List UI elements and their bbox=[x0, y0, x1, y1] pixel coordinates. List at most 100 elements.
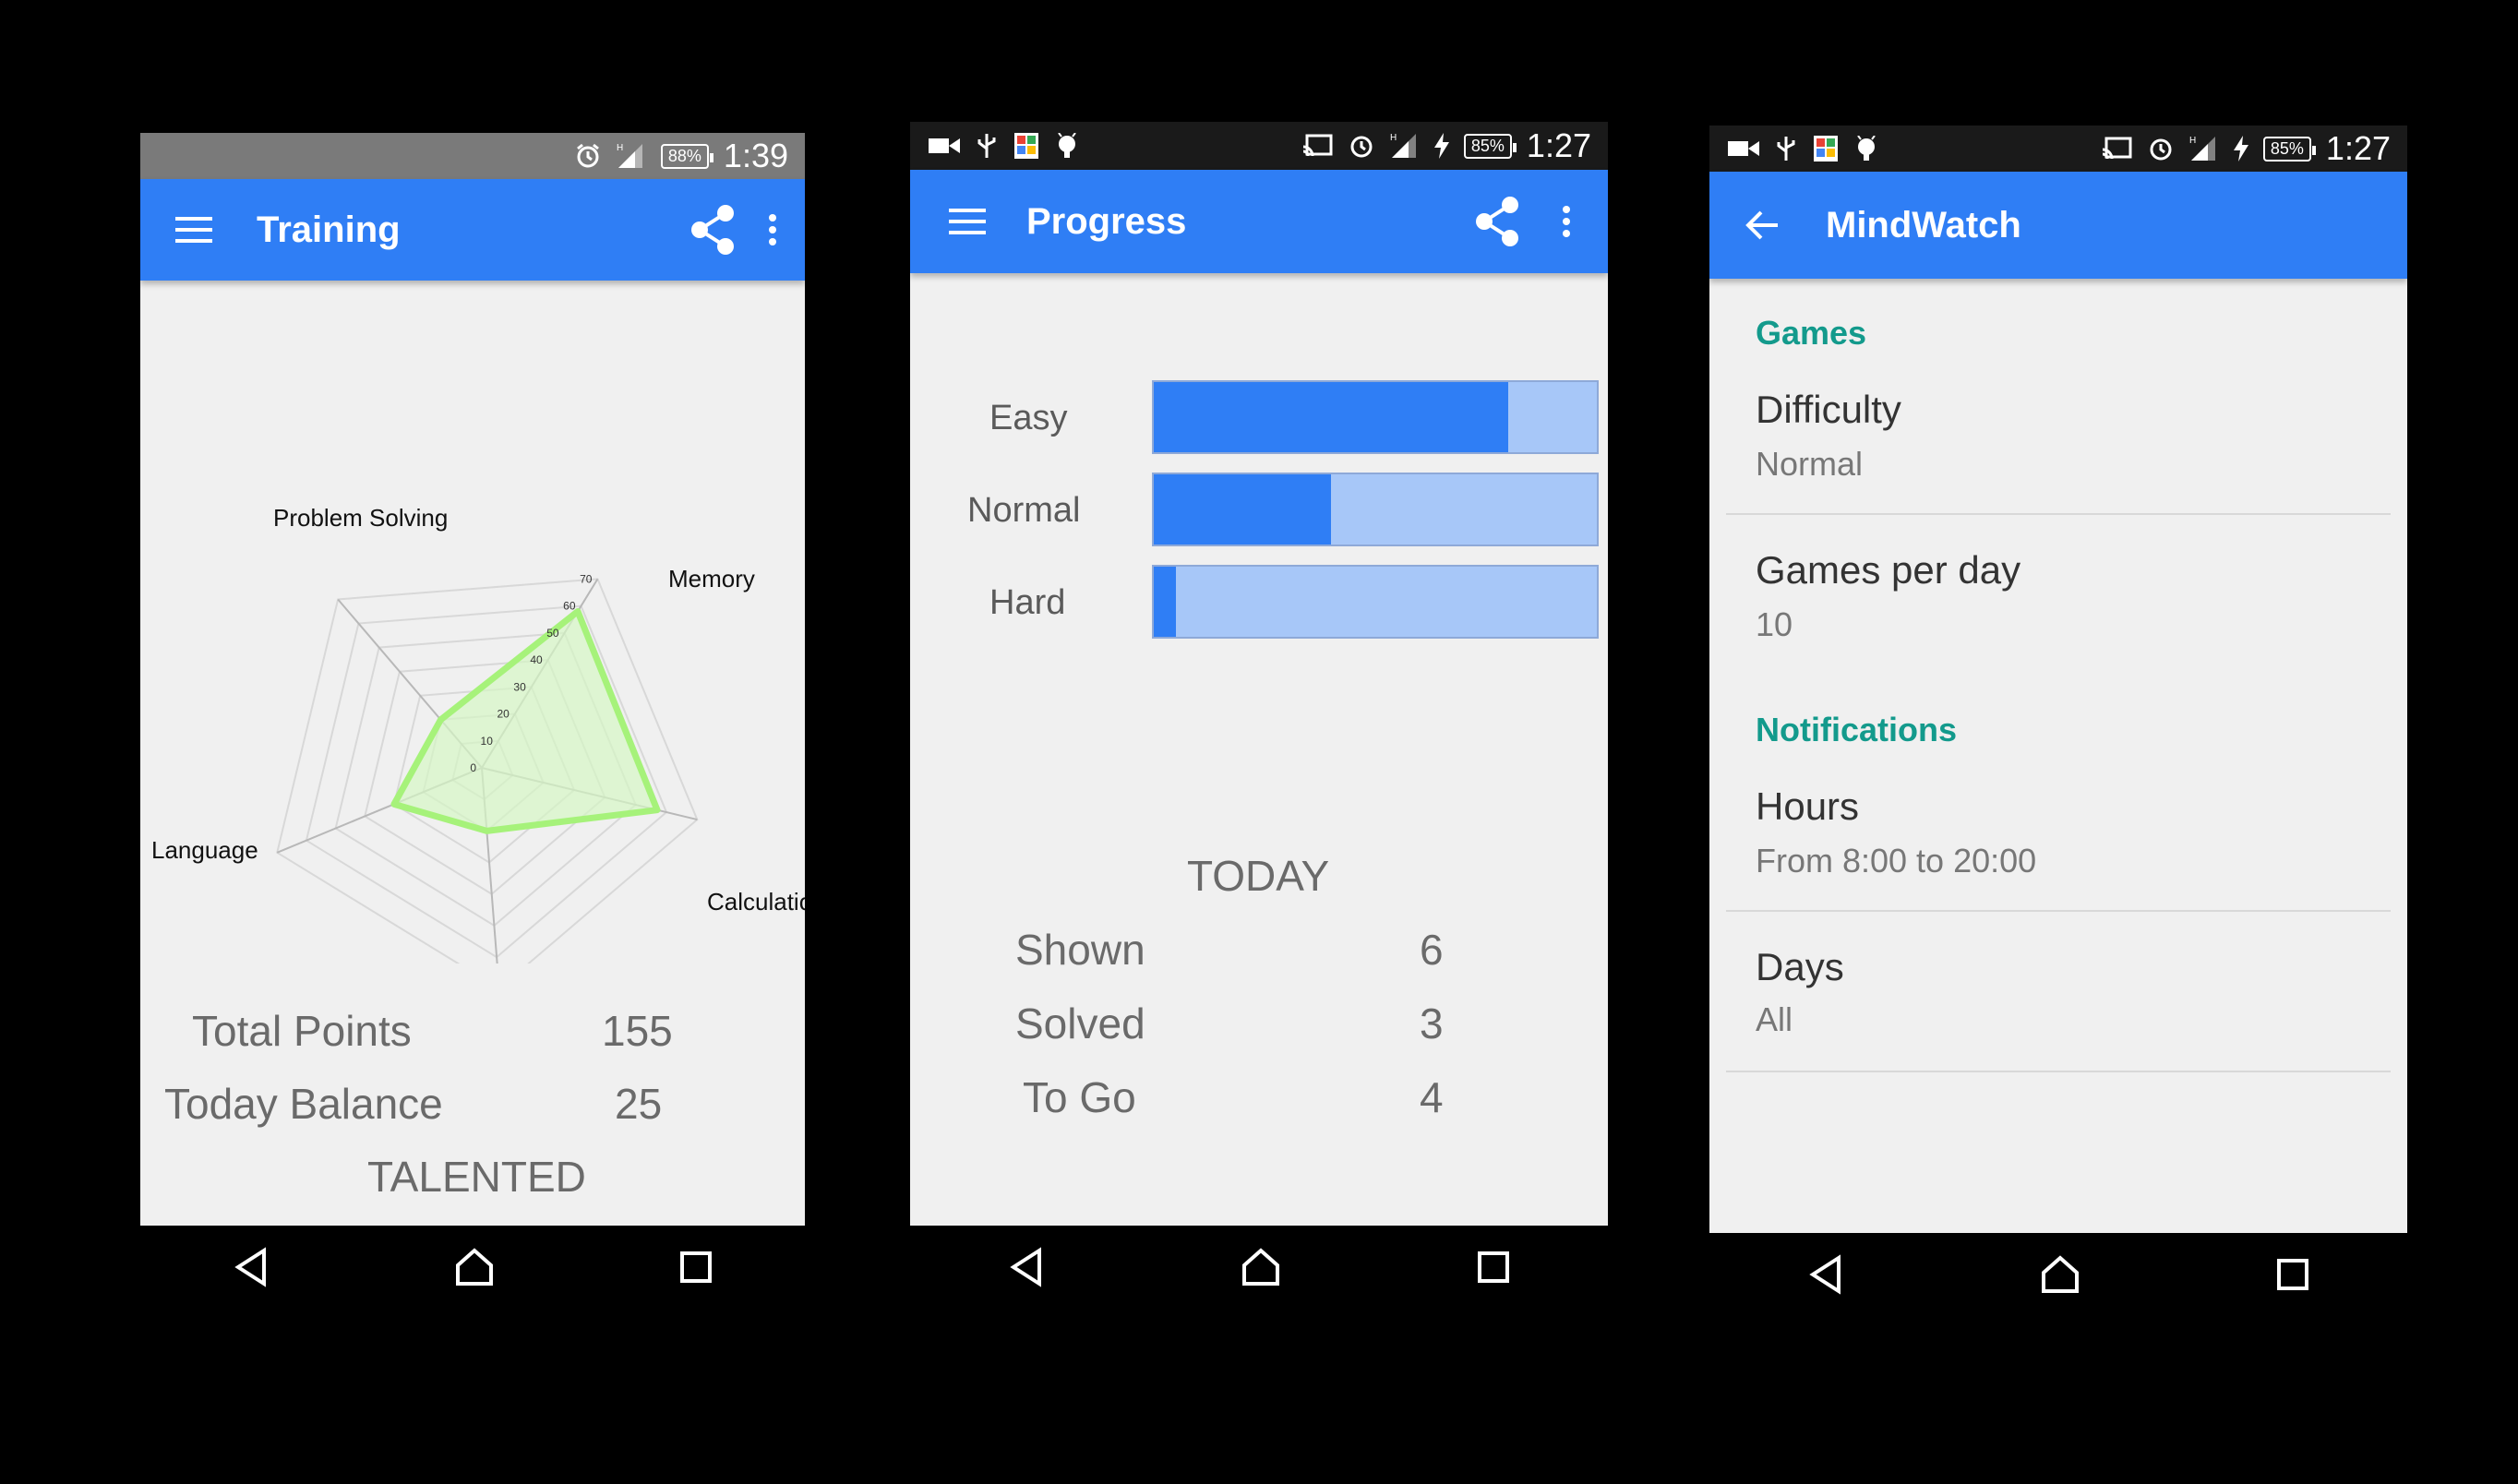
signal-icon: H bbox=[2189, 135, 2219, 162]
today-balance-value: 25 bbox=[615, 1080, 663, 1128]
total-points-label: Total Points bbox=[192, 1007, 412, 1055]
today-balance-label: Today Balance bbox=[164, 1080, 443, 1128]
cast-icon bbox=[1302, 134, 1333, 158]
alarm-icon bbox=[574, 142, 602, 170]
solved-label: Solved bbox=[1015, 999, 1145, 1047]
signal-icon: H bbox=[617, 142, 646, 170]
radar-axis-label: Calculation bbox=[707, 888, 805, 916]
phone-training: H 88% 1:39 Training 0 10 20 30 40 50 60 70 Memor… bbox=[140, 133, 805, 1287]
progress-bar-hard bbox=[1152, 565, 1599, 639]
games-per-day-value: 10 bbox=[1756, 605, 1793, 643]
status-bar: H 85% 1:27 bbox=[1709, 126, 2407, 172]
radar-tick-label: 60 bbox=[563, 600, 576, 613]
section-header-notifications: Notifications bbox=[1756, 711, 1958, 748]
android-icon bbox=[1056, 133, 1078, 159]
more-options-icon[interactable] bbox=[768, 213, 777, 246]
svg-text:H: H bbox=[617, 143, 623, 153]
charging-icon bbox=[2233, 136, 2248, 162]
battery-indicator: 85% bbox=[1463, 133, 1517, 159]
image-notification-icon bbox=[1013, 132, 1039, 160]
divider bbox=[1726, 513, 2391, 515]
screen: H 85% 1:27 MindWatch Games Difficulty No… bbox=[1709, 126, 2407, 1233]
radar-tick-label: 30 bbox=[513, 680, 526, 693]
home-nav-icon[interactable] bbox=[1241, 1247, 1281, 1287]
recents-nav-icon[interactable] bbox=[2276, 1258, 2309, 1291]
progress-bar-fill bbox=[1154, 474, 1331, 545]
cast-icon bbox=[2102, 137, 2132, 161]
status-time: 1:27 bbox=[1526, 126, 1591, 164]
radar-tick-label: 70 bbox=[580, 572, 593, 585]
radar-axis-label: Problem Solving bbox=[273, 504, 448, 532]
app-bar: MindWatch bbox=[1709, 172, 2407, 279]
bar-label-normal: Normal bbox=[967, 491, 1081, 530]
signal-icon: H bbox=[1390, 132, 1420, 160]
page-title: Training bbox=[257, 209, 401, 250]
back-nav-icon[interactable] bbox=[1008, 1247, 1045, 1287]
video-icon bbox=[929, 136, 960, 156]
shown-value: 6 bbox=[1420, 926, 1444, 974]
bar-label-easy: Easy bbox=[989, 399, 1068, 437]
usb-icon bbox=[1776, 135, 1796, 162]
battery-indicator: 85% bbox=[2262, 136, 2316, 162]
navigation-bar bbox=[910, 1226, 1608, 1309]
back-nav-icon[interactable] bbox=[1807, 1254, 1844, 1295]
page-title: Progress bbox=[1026, 200, 1187, 242]
usb-icon bbox=[977, 132, 997, 160]
menu-icon[interactable] bbox=[174, 215, 214, 245]
share-icon[interactable] bbox=[685, 204, 740, 256]
divider bbox=[1726, 1071, 2391, 1072]
shown-label: Shown bbox=[1015, 926, 1145, 974]
screen: H 85% 1:27 Progress Easy Normal Hard TOD… bbox=[910, 122, 1608, 1226]
status-bar: H 88% 1:39 bbox=[140, 133, 805, 179]
back-arrow-icon[interactable] bbox=[1745, 209, 1781, 242]
app-bar: Training bbox=[140, 179, 805, 281]
home-nav-icon[interactable] bbox=[454, 1247, 495, 1287]
hours-title[interactable]: Hours bbox=[1756, 784, 1859, 829]
alarm-icon bbox=[1348, 132, 1375, 160]
svg-text:H: H bbox=[1390, 133, 1397, 143]
phone-settings: H 85% 1:27 MindWatch Games Difficulty No… bbox=[1709, 126, 2407, 1295]
days-value: All bbox=[1756, 1000, 1793, 1038]
screen: H 88% 1:39 Training 0 10 20 30 40 50 60 70 Memor… bbox=[140, 133, 805, 1226]
games-per-day-title[interactable]: Games per day bbox=[1756, 548, 2020, 592]
today-title: TODAY bbox=[1187, 852, 1330, 900]
menu-icon[interactable] bbox=[947, 207, 988, 236]
charging-icon bbox=[1433, 133, 1449, 159]
video-icon bbox=[1728, 138, 1759, 159]
total-points-value: 155 bbox=[602, 1007, 673, 1055]
radar-axis-label: Language bbox=[151, 836, 258, 864]
navigation-bar bbox=[140, 1226, 805, 1309]
more-options-icon[interactable] bbox=[1562, 205, 1571, 238]
difficulty-value: Normal bbox=[1756, 445, 1864, 483]
phone-progress: H 85% 1:27 Progress Easy Normal Hard TOD… bbox=[910, 122, 1608, 1287]
battery-indicator: 88% bbox=[660, 143, 713, 169]
svg-text:H: H bbox=[2189, 136, 2196, 146]
navigation-bar bbox=[1709, 1233, 2407, 1316]
back-nav-icon[interactable] bbox=[233, 1247, 270, 1287]
status-bar: H 85% 1:27 bbox=[910, 122, 1608, 170]
status-time: 1:27 bbox=[2325, 129, 2391, 167]
divider bbox=[1726, 910, 2391, 912]
recents-nav-icon[interactable] bbox=[1477, 1251, 1510, 1284]
progress-bar-fill bbox=[1154, 567, 1176, 637]
rank-label: TALENTED bbox=[367, 1153, 586, 1201]
bar-label-hard: Hard bbox=[989, 583, 1066, 622]
difficulty-title: Difficulty bbox=[1756, 388, 1901, 431]
share-icon[interactable] bbox=[1469, 196, 1525, 247]
radar-chart: 010203040506070MemoryCalculationQuicknes… bbox=[151, 504, 805, 963]
days-title[interactable]: Days bbox=[1756, 945, 1844, 989]
app-bar: Progress bbox=[910, 170, 1608, 273]
android-icon bbox=[1855, 136, 1877, 162]
solved-value: 3 bbox=[1420, 999, 1444, 1047]
progress-bar-easy bbox=[1152, 380, 1599, 454]
progress-bar-normal bbox=[1152, 473, 1599, 546]
to-go-label: To Go bbox=[1023, 1073, 1136, 1121]
radar-tick-label: 0 bbox=[470, 761, 476, 774]
radar-tick-label: 20 bbox=[497, 708, 510, 721]
home-nav-icon[interactable] bbox=[2040, 1254, 2080, 1295]
image-notification-icon bbox=[1813, 135, 1839, 162]
recents-nav-icon[interactable] bbox=[679, 1251, 713, 1284]
page-title: MindWatch bbox=[1826, 204, 2021, 245]
to-go-value: 4 bbox=[1420, 1073, 1444, 1121]
radar-tick-label: 40 bbox=[530, 653, 543, 666]
